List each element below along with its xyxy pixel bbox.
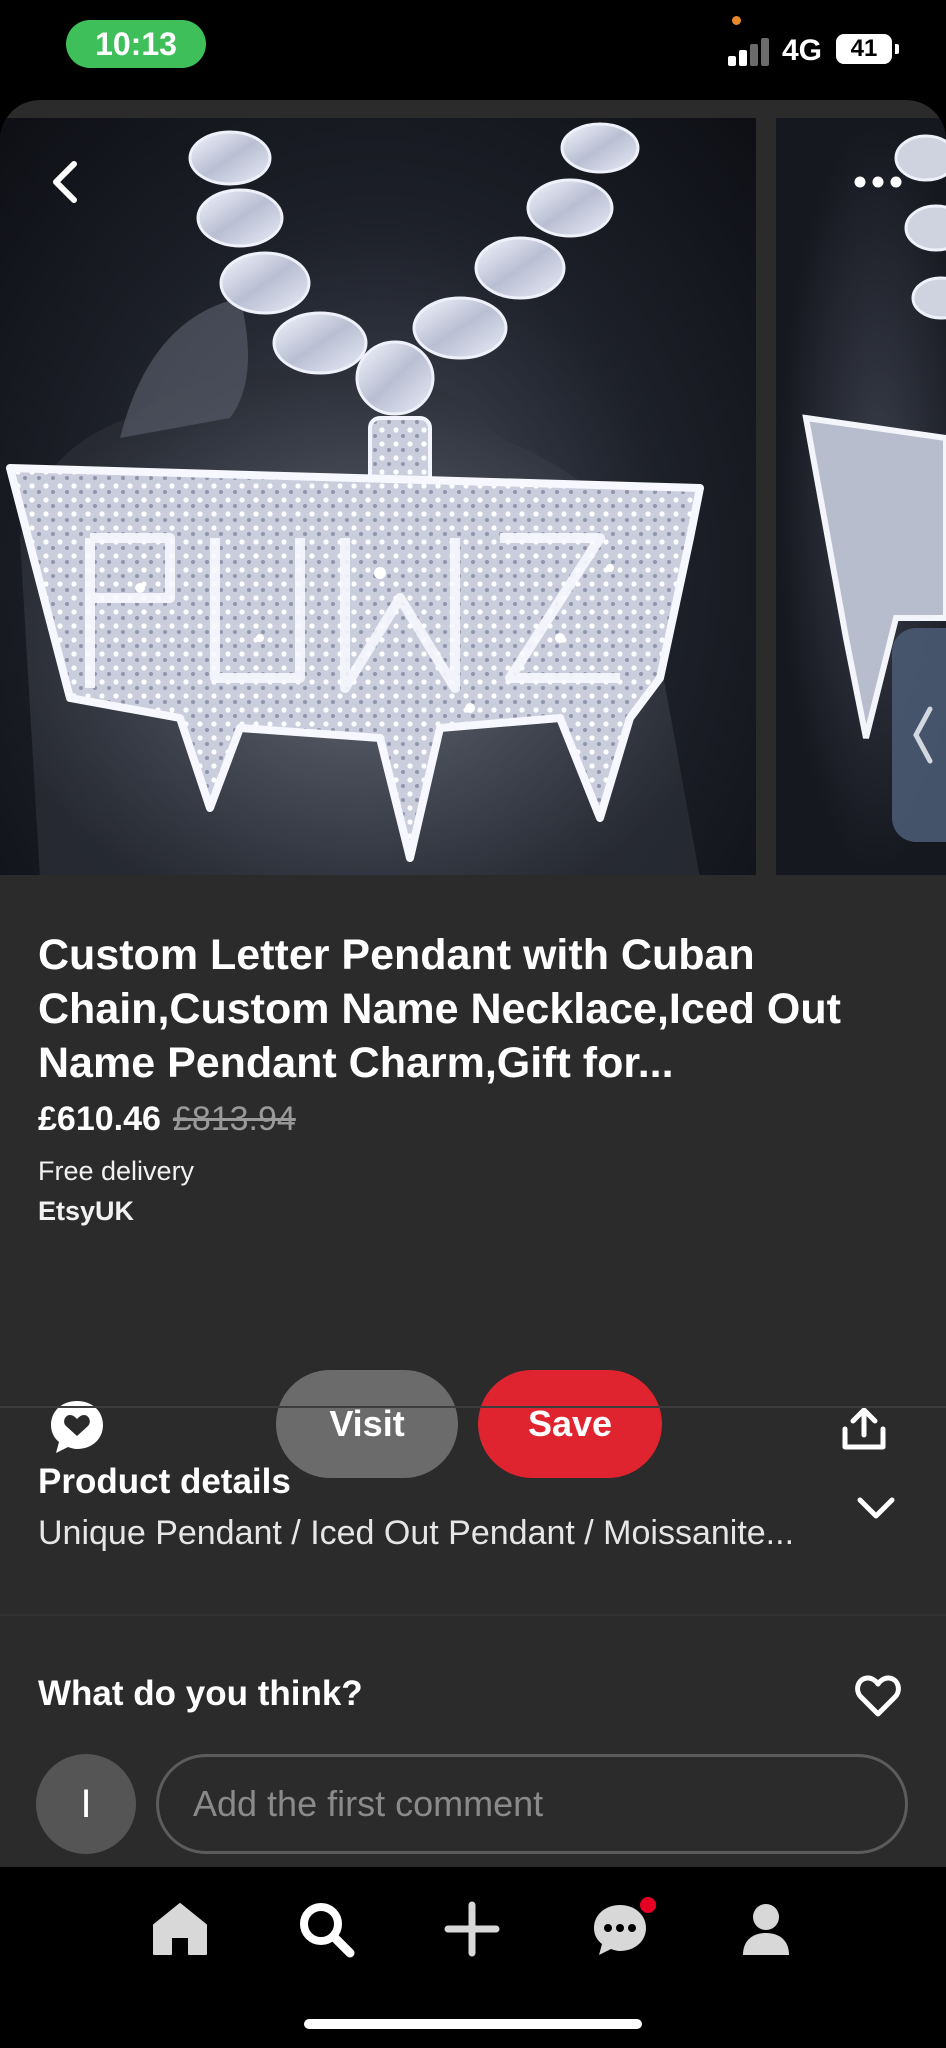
nav-messages[interactable]: [580, 1889, 660, 1969]
pin-title: Custom Letter Pendant with Cuban Chain,C…: [38, 931, 841, 1087]
original-price: £813.94: [172, 1100, 296, 1138]
pin-image[interactable]: [0, 118, 756, 875]
privacy-indicator-dot: [732, 16, 741, 25]
signal-strength-icon: [728, 36, 778, 66]
delivery-info: Free delivery: [38, 1156, 195, 1186]
search-icon: [300, 1903, 355, 1958]
chevron-left-icon: [53, 161, 77, 203]
product-details-title: Product details: [38, 1462, 291, 1501]
nav-create[interactable]: [432, 1889, 512, 1969]
comments-title: What do you think?: [38, 1674, 363, 1713]
expand-details-button[interactable]: [852, 1488, 900, 1528]
bottom-nav: [0, 1867, 946, 2048]
price-row: £610.46 £813.94: [38, 1100, 296, 1139]
home-indicator[interactable]: [304, 2019, 642, 2029]
pendant-illustration: [6, 122, 704, 875]
more-options-button[interactable]: [850, 158, 906, 206]
heart-outline-icon: [855, 1675, 901, 1717]
divider: [0, 1406, 946, 1408]
notification-dot: [640, 1897, 656, 1913]
status-time: 10:13: [66, 20, 206, 68]
share-button[interactable]: [836, 1400, 892, 1456]
nav-home[interactable]: [140, 1889, 220, 1969]
chevron-down-icon: [857, 1497, 895, 1519]
back-button[interactable]: [36, 152, 96, 212]
carousel-side-tab[interactable]: [892, 628, 946, 842]
home-icon: [153, 1903, 207, 1955]
avatar[interactable]: I: [36, 1754, 136, 1854]
react-button[interactable]: [850, 1670, 906, 1722]
share-upload-icon: [842, 1407, 886, 1450]
pin-detail-sheet: Custom Letter Pendant with Cuban Chain,C…: [0, 100, 946, 1867]
network-type: 4G: [782, 34, 823, 67]
current-price: £610.46: [38, 1100, 161, 1138]
nav-search[interactable]: [286, 1889, 366, 1969]
chevron-left-icon: [913, 706, 933, 764]
nav-profile[interactable]: [726, 1889, 806, 1969]
create-plus-icon: [444, 1901, 500, 1957]
comment-input[interactable]: [156, 1754, 908, 1854]
visit-button[interactable]: Visit: [276, 1370, 458, 1478]
product-details-summary: Unique Pendant / Iced Out Pendant / Mois…: [38, 1514, 795, 1552]
status-bar: 10:13 4G 41: [0, 0, 946, 100]
profile-icon: [743, 1904, 789, 1955]
save-button[interactable]: Save: [478, 1370, 662, 1478]
store-name[interactable]: EtsyUK: [38, 1196, 134, 1227]
image-carousel[interactable]: [0, 118, 946, 875]
battery-icon: 41: [836, 34, 899, 64]
more-horizontal-icon: [854, 176, 902, 188]
divider: [0, 1614, 946, 1616]
